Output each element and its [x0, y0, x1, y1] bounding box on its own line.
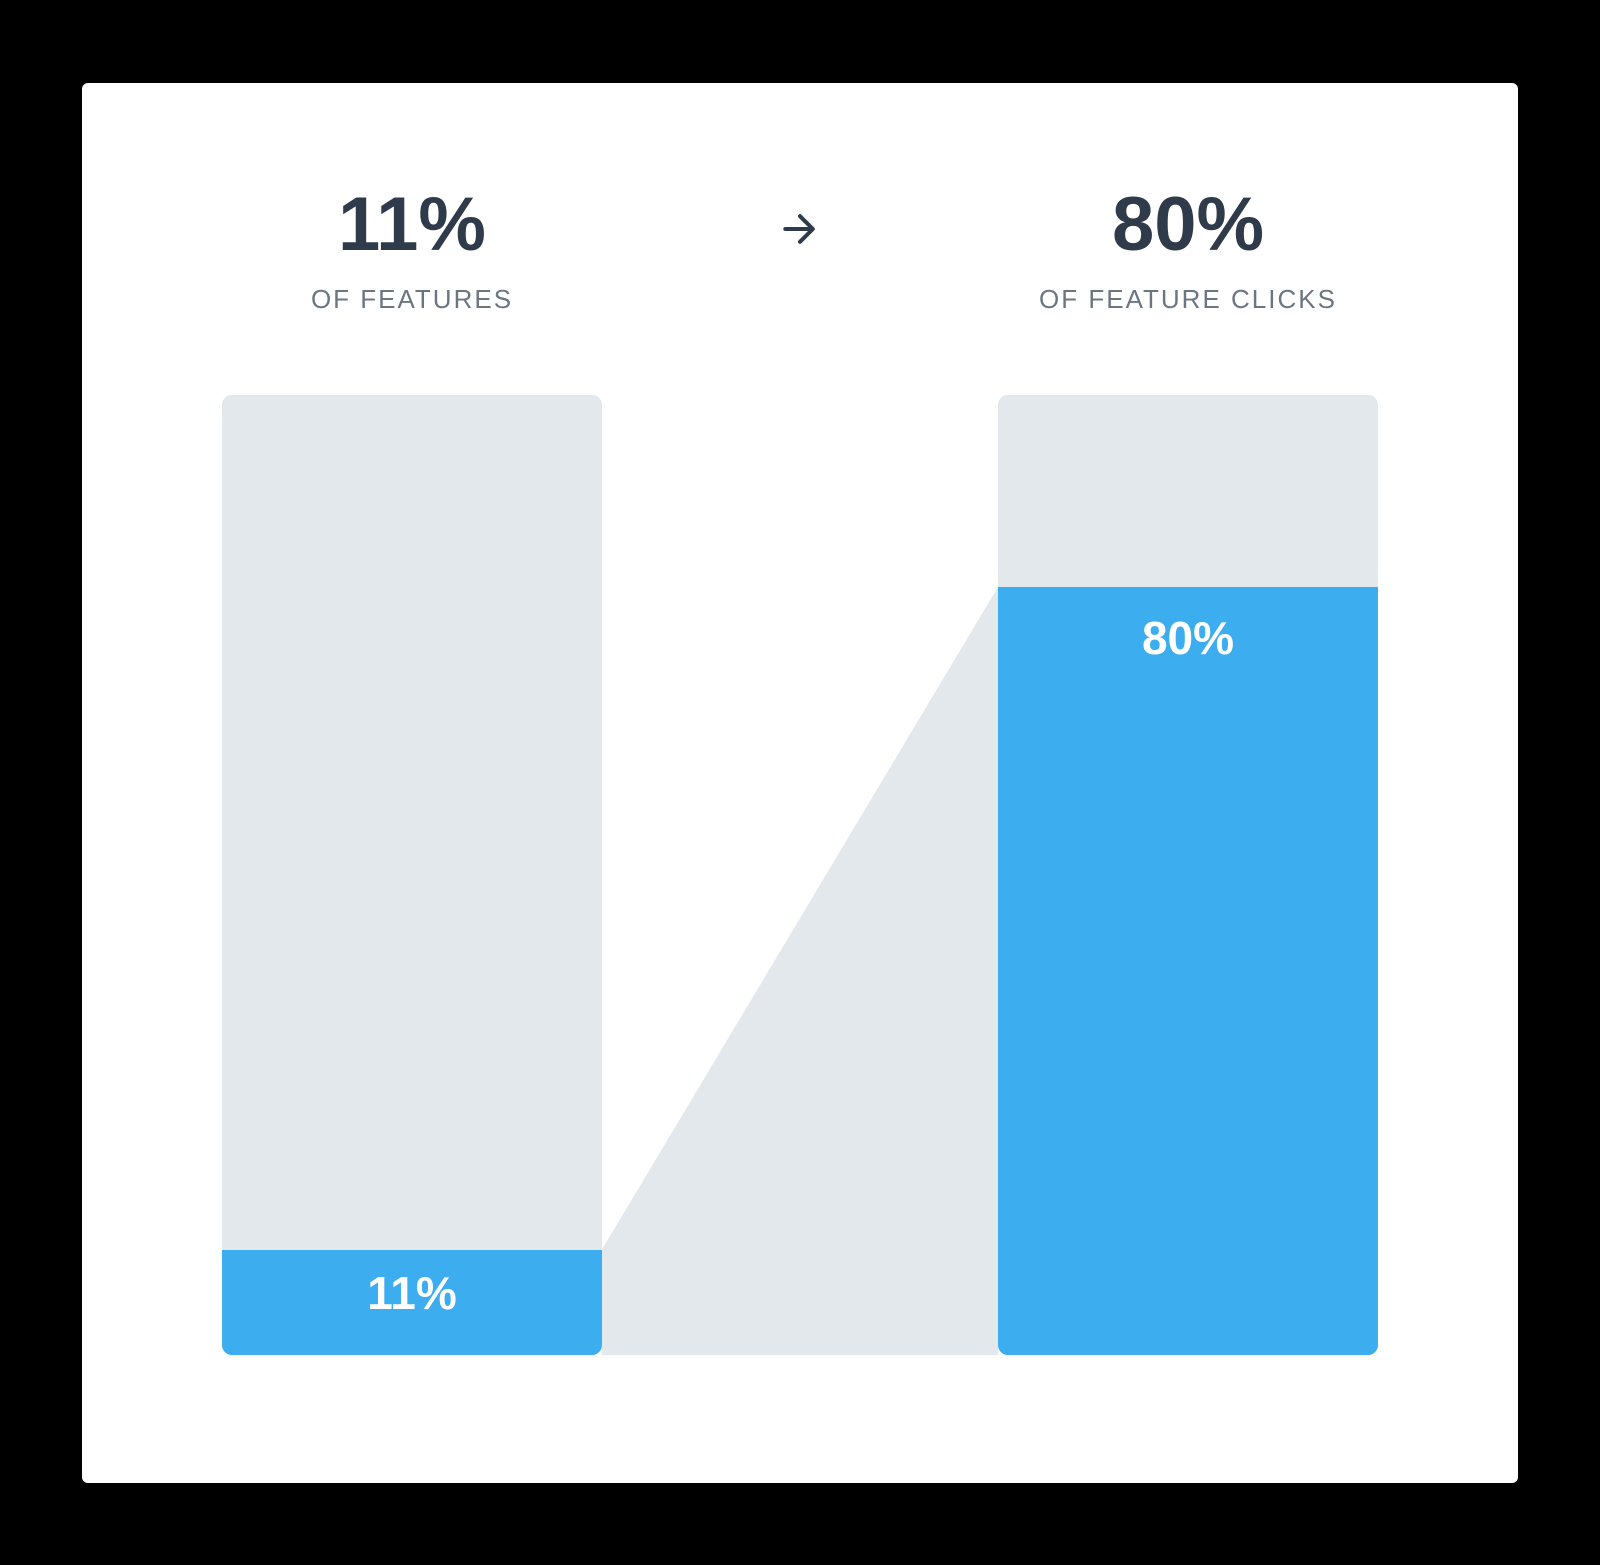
- chart-headers: 11% OF FEATURES 80% OF FEATURE CLICKS: [222, 183, 1378, 316]
- bar-features-label: 11%: [367, 1266, 457, 1356]
- chart-card: 11% OF FEATURES 80% OF FEATURE CLICKS 11…: [82, 83, 1518, 1483]
- header-clicks: 80% OF FEATURE CLICKS: [998, 183, 1378, 316]
- bar-clicks-label: 80%: [1142, 611, 1234, 1355]
- bars-area: 11% 80%: [222, 395, 1378, 1355]
- bar-features-fill: 11%: [222, 1250, 602, 1356]
- arrow-icon: [778, 207, 822, 251]
- header-clicks-value: 80%: [998, 183, 1378, 267]
- bar-clicks: 80%: [998, 395, 1378, 1355]
- bar-connector: [602, 395, 998, 1355]
- bar-features-bg: [222, 395, 602, 1355]
- header-features-label: OF FEATURES: [222, 284, 602, 315]
- bar-clicks-fill: 80%: [998, 587, 1378, 1355]
- header-clicks-label: OF FEATURE CLICKS: [998, 284, 1378, 315]
- bar-features: 11%: [222, 395, 602, 1355]
- header-features: 11% OF FEATURES: [222, 183, 602, 316]
- header-features-value: 11%: [222, 183, 602, 267]
